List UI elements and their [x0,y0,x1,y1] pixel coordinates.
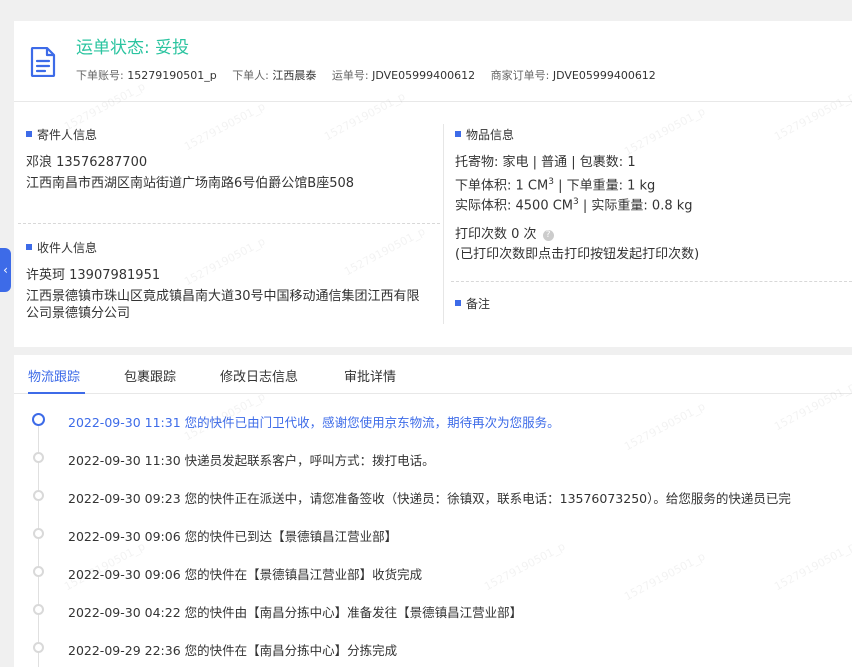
divider [451,281,852,282]
timeline-text: 2022-09-30 09:06 您的快件已到达【景德镇昌江营业部】 [68,529,398,544]
tab-package-tracking[interactable]: 包裹跟踪 [124,366,176,385]
timeline-dot-icon [32,413,45,426]
actual-volume: 实际体积: 4500 CM [455,198,574,214]
collapse-sidebar-button[interactable]: ‹ [0,248,11,292]
order-account-value: 15279190501_p [127,69,217,82]
tab-approval-details[interactable]: 审批详情 [344,366,396,385]
tracking-panel: 物流跟踪 包裹跟踪 修改日志信息 审批详情 2022-09-30 11:31 您… [14,355,852,667]
waybill-number-value: JDVE05999400612 [372,69,476,82]
divider [18,223,440,224]
active-tab-indicator [28,392,85,394]
timeline-item: 2022-09-30 09:06 您的快件在【景德镇昌江营业部】收货完成 [14,562,852,582]
sender-name-phone: 邓浪 13576287700 [26,155,148,170]
orderer-label: 下单人: [232,69,269,82]
timeline-dot-icon [33,528,44,539]
actual-volume-line: 实际体积: 4500 CM3 | 实际重量: 0.8 kg [455,194,693,214]
timeline-text: 2022-09-30 09:23 您的快件正在派送中，请您准备签收（快递员：徐镇… [68,491,791,506]
shipment-info: 寄件人信息 邓浪 13576287700 江西南昌市西湖区南站街道广场南路6号伯… [14,101,852,347]
orderer: 下单人: 江西晨泰 [232,69,316,82]
waybill-meta: 下单账号: 15279190501_p 下单人: 江西晨泰 运单号: JDVE0… [76,67,668,83]
remarks-section-title: 备注 [455,295,490,312]
print-count-hint: (已打印次数即点击打印按钮发起打印次数) [455,247,700,262]
merchant-order-value: JDVE05999400612 [552,69,656,82]
tracking-tabs: 物流跟踪 包裹跟踪 修改日志信息 审批详情 [14,355,852,394]
timeline-text: 2022-09-29 22:36 您的快件在【南昌分拣中心】分拣完成 [68,643,398,658]
receiver-address: 江西景德镇市珠山区竟成镇昌南大道30号中国移动通信集团江西有限公司景德镇分公司 [26,289,420,321]
page: 运单状态: 妥投 下单账号: 15279190501_p 下单人: 江西晨泰 运… [0,0,852,667]
sender-section-title: 寄件人信息 [26,126,97,143]
waybill-header: 运单状态: 妥投 下单账号: 15279190501_p 下单人: 江西晨泰 运… [14,21,852,101]
actual-weight: | 实际重量: 0.8 kg [578,198,693,214]
order-account: 下单账号: 15279190501_p [76,69,217,82]
help-icon[interactable]: ? [542,230,554,241]
timeline-item: 2022-09-30 04:22 您的快件由【南昌分拣中心】准备发往【景德镇昌江… [14,600,852,620]
timeline-text: 2022-09-30 04:22 您的快件由【南昌分拣中心】准备发往【景德镇昌江… [68,605,523,620]
timeline-item: 2022-09-30 11:31 您的快件已由门卫代收，感谢您使用京东物流，期待… [14,410,852,430]
timeline-dot-icon [33,452,44,463]
order-volume: 下单体积: 1 CM [455,178,549,194]
waybill-status: 运单状态: 妥投 [76,38,190,58]
sender-address: 江西南昌市西湖区南站街道广场南路6号伯爵公馆B座508 [26,176,355,191]
timeline-dot-icon [33,642,44,653]
timeline-item: 2022-09-29 22:36 您的快件在【南昌分拣中心】分拣完成 [14,638,852,658]
order-account-label: 下单账号: [76,69,124,82]
timeline-item: 2022-09-30 09:23 您的快件正在派送中，请您准备签收（快递员：徐镇… [14,486,852,506]
print-count: 打印次数 0 次 ? [455,226,554,243]
document-icon [30,47,56,77]
timeline-text: 2022-09-30 09:06 您的快件在【景德镇昌江营业部】收货完成 [68,567,423,582]
timeline-item: 2022-09-30 11:30 快递员发起联系客户，呼叫方式：拨打电话。 [14,448,852,468]
orderer-value: 江西晨泰 [272,69,317,82]
order-weight: | 下单重量: 1 kg [553,178,656,194]
timeline-dot-icon [33,566,44,577]
print-count-text: 打印次数 0 次 [455,227,537,242]
waybill-number: 运单号: JDVE05999400612 [332,69,475,82]
receiver-section-title: 收件人信息 [26,239,97,256]
timeline-text: 2022-09-30 11:31 您的快件已由门卫代收，感谢您使用京东物流，期待… [68,415,560,430]
tab-change-log[interactable]: 修改日志信息 [220,366,298,385]
receiver-name-phone: 许英珂 13907981951 [26,268,161,283]
order-volume-line: 下单体积: 1 CM3 | 下单重量: 1 kg [455,174,655,194]
goods-section-title: 物品信息 [455,126,514,143]
timeline-text: 2022-09-30 11:30 快递员发起联系客户，呼叫方式：拨打电话。 [68,453,435,468]
waybill-number-label: 运单号: [331,69,369,82]
merchant-order-number: 商家订单号: JDVE05999400612 [491,69,656,82]
timeline-dot-icon [33,604,44,615]
column-divider [443,124,444,324]
timeline-item: 2022-09-30 09:06 您的快件已到达【景德镇昌江营业部】 [14,524,852,544]
merchant-order-label: 商家订单号: [490,69,550,82]
timeline-dot-icon [33,490,44,501]
chevron-left-icon: ‹ [3,263,8,277]
goods-type-line: 托寄物: 家电 | 普通 | 包裹数: 1 [455,155,636,170]
tab-logistics-tracking[interactable]: 物流跟踪 [28,366,80,385]
